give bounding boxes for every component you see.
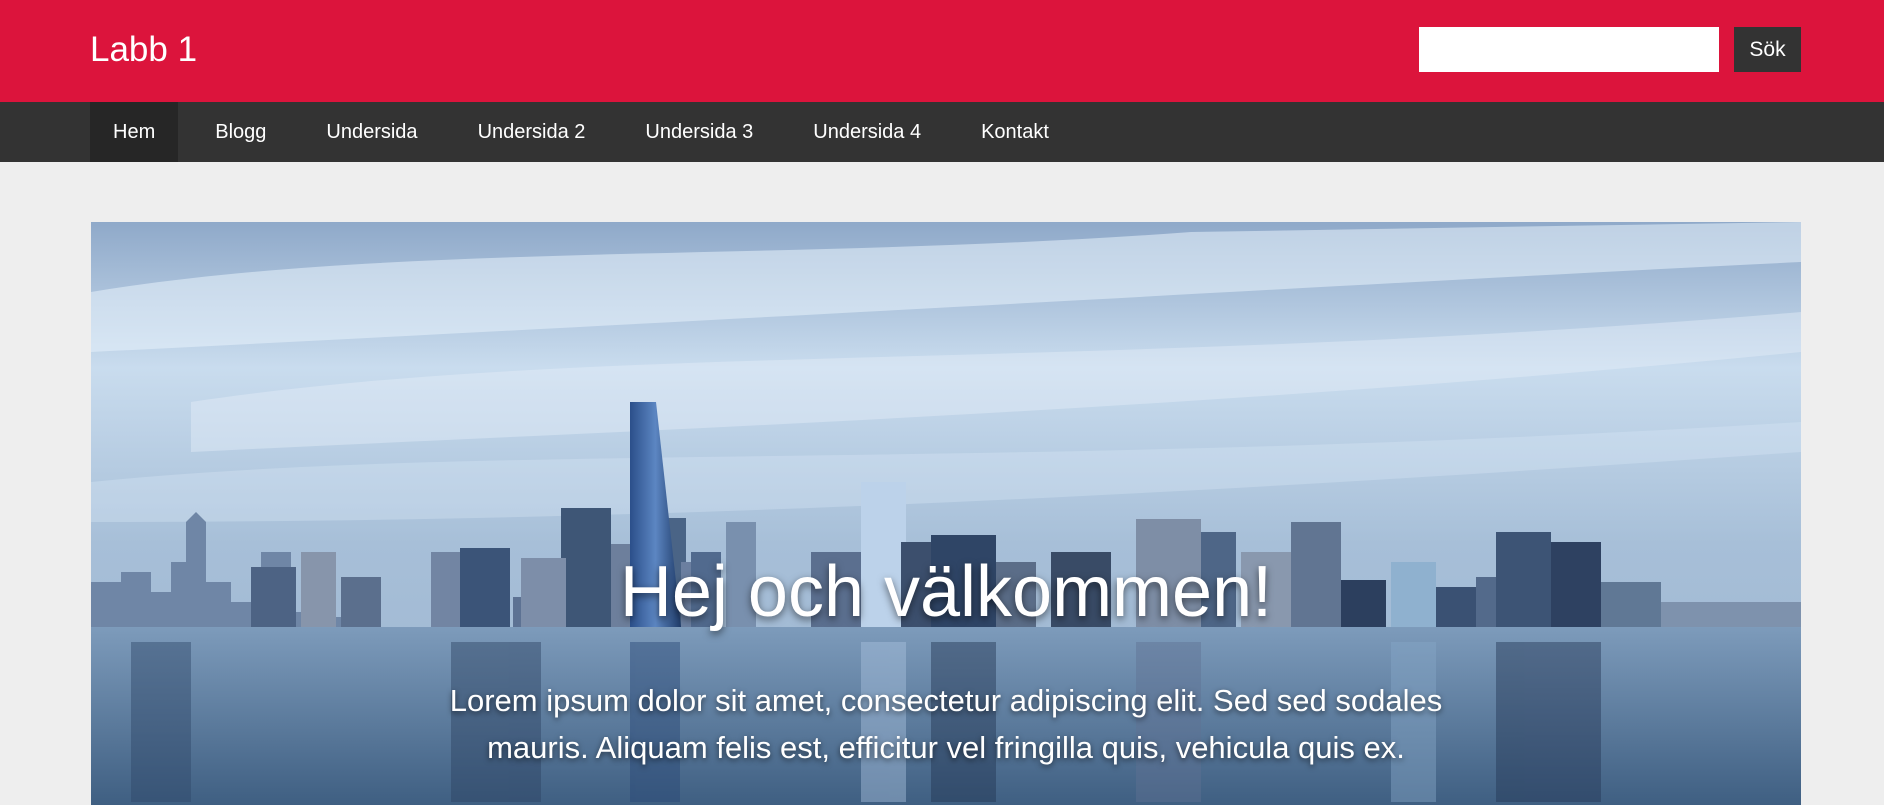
nav-item-kontakt[interactable]: Kontakt — [958, 102, 1072, 162]
nav-item-undersida-3[interactable]: Undersida 3 — [622, 102, 776, 162]
nav-item-blogg[interactable]: Blogg — [192, 102, 289, 162]
site-title[interactable]: Labb 1 — [90, 28, 197, 72]
search-button[interactable]: Sök — [1734, 27, 1801, 72]
nav-item-hem[interactable]: Hem — [90, 102, 179, 162]
search-input[interactable] — [1419, 27, 1719, 72]
nav-item-undersida-2[interactable]: Undersida 2 — [455, 102, 609, 162]
nav-item-undersida-4[interactable]: Undersida 4 — [790, 102, 944, 162]
nav-item-undersida[interactable]: Undersida — [303, 102, 440, 162]
hero-title: Hej och välkommen! — [619, 552, 1273, 632]
hero-banner: Hej och välkommen! Lorem ipsum dolor sit… — [91, 222, 1801, 805]
hero-text: Lorem ipsum dolor sit amet, consectetur … — [449, 683, 1443, 765]
top-header: Labb 1 Sök — [0, 0, 1884, 102]
main-navigation: Hem Blogg Undersida Undersida 2 Undersid… — [0, 102, 1884, 162]
nav-list: Hem Blogg Undersida Undersida 2 Undersid… — [90, 102, 1086, 162]
